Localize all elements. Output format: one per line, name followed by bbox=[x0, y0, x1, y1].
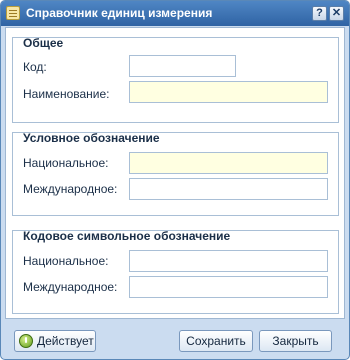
code-symbol-national-field[interactable] bbox=[129, 250, 328, 272]
code-symbol-international-label: Международное: bbox=[23, 280, 118, 294]
group-code-symbol-legend: Кодовое символьное обозначение bbox=[23, 229, 231, 243]
group-conventional-legend: Условное обозначение bbox=[23, 131, 160, 145]
dialog-footer: Действует Сохранить Закрыть bbox=[1, 321, 349, 359]
code-symbol-national-label: Национальное: bbox=[23, 254, 109, 268]
group-conventional: Условное обозначение Национальное: Между… bbox=[12, 131, 339, 216]
group-general-legend: Общее bbox=[23, 36, 64, 50]
group-code-symbol: Кодовое символьное обозначение Националь… bbox=[12, 229, 339, 314]
name-label: Наименование: bbox=[23, 87, 110, 101]
conventional-international-field[interactable] bbox=[129, 178, 328, 200]
help-button[interactable]: ? bbox=[312, 6, 327, 21]
close-button[interactable]: Закрыть bbox=[259, 330, 332, 352]
window-title: Справочник единиц измерения bbox=[26, 6, 213, 20]
save-button[interactable]: Сохранить bbox=[179, 330, 253, 352]
status-toggle-button[interactable]: Действует bbox=[14, 330, 96, 352]
conventional-national-field[interactable] bbox=[129, 152, 328, 174]
close-window-button[interactable]: ✕ bbox=[329, 6, 344, 21]
code-symbol-international-field[interactable] bbox=[129, 276, 328, 298]
status-label: Действует bbox=[37, 334, 94, 348]
conventional-national-label: Национальное: bbox=[23, 156, 109, 170]
name-field[interactable] bbox=[129, 81, 328, 103]
conventional-international-label: Международное: bbox=[23, 182, 118, 196]
dialog-window: Справочник единиц измерения ? ✕ Общее Ко… bbox=[0, 0, 350, 360]
title-bar[interactable]: Справочник единиц измерения ? ✕ bbox=[1, 1, 349, 26]
status-active-icon bbox=[19, 334, 33, 348]
code-label: Код: bbox=[23, 60, 47, 74]
group-general: Общее Код: Наименование: bbox=[12, 36, 339, 123]
code-field[interactable] bbox=[129, 55, 236, 77]
dictionary-icon bbox=[6, 6, 20, 20]
